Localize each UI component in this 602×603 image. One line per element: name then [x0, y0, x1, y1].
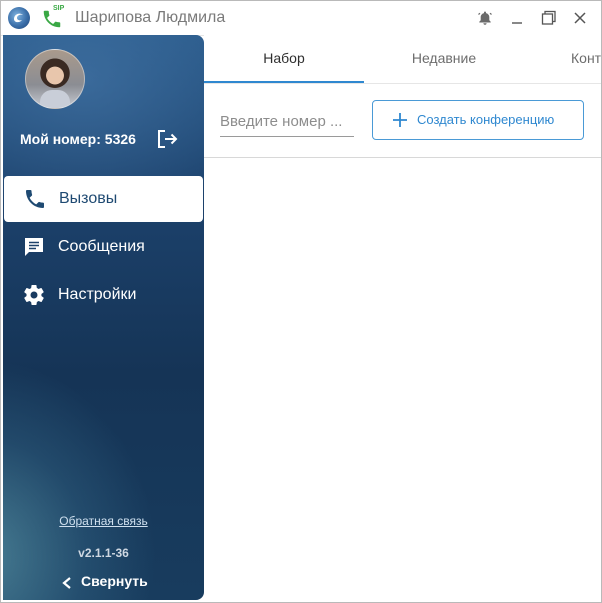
- avatar[interactable]: [25, 49, 85, 109]
- bell-icon: [478, 11, 492, 25]
- create-conference-button[interactable]: Создать конференцию: [372, 100, 584, 140]
- app-window: SIP Шарипова Людмила Мой номер: 5326 Выз…: [0, 0, 602, 603]
- close-button[interactable]: [567, 6, 593, 30]
- sip-badge: SIP: [53, 5, 65, 12]
- sidebar-item-settings[interactable]: Настройки: [3, 272, 203, 318]
- chevron-left-icon: [62, 577, 71, 589]
- notification-bell-button[interactable]: [472, 6, 498, 30]
- maximize-icon: [541, 10, 556, 25]
- close-icon: [574, 12, 586, 24]
- minimize-button[interactable]: [504, 6, 530, 30]
- sidebar-item-label: Сообщения: [58, 238, 145, 255]
- phone-number-input[interactable]: [220, 106, 354, 137]
- plus-icon: [393, 113, 407, 127]
- tab-bar: Набор Недавние Конт: [204, 35, 601, 84]
- sidebar: Мой номер: 5326 Вызовы Сообщения Настрой…: [3, 35, 204, 600]
- window-title: Шарипова Людмила: [75, 9, 226, 26]
- tab-recent[interactable]: Недавние: [364, 35, 524, 81]
- gear-icon: [21, 283, 47, 307]
- phone-icon: [22, 187, 48, 211]
- title-bar: SIP Шарипова Людмила: [1, 1, 601, 36]
- main-content: [204, 158, 601, 602]
- app-logo-icon: [8, 7, 30, 29]
- my-number-label: Мой номер: 5326: [20, 131, 136, 147]
- feedback-link[interactable]: Обратная связь: [3, 514, 204, 528]
- tab-dial[interactable]: Набор: [204, 35, 364, 83]
- sidebar-item-label: Настройки: [58, 286, 137, 303]
- create-conference-label: Создать конференцию: [417, 112, 555, 127]
- version-label: v2.1.1-36: [78, 546, 129, 560]
- message-icon: [21, 235, 47, 259]
- tab-contacts[interactable]: Конт: [524, 35, 601, 81]
- logout-button[interactable]: [156, 128, 180, 150]
- dial-row: Создать конференцию: [204, 84, 601, 158]
- sidebar-item-messages[interactable]: Сообщения: [3, 224, 203, 270]
- logout-icon: [158, 130, 178, 148]
- collapse-label: Свернуть: [81, 573, 148, 589]
- minimize-icon: [512, 22, 522, 24]
- sidebar-item-label: Вызовы: [59, 190, 118, 207]
- sidebar-item-calls[interactable]: Вызовы: [4, 176, 203, 222]
- maximize-button[interactable]: [536, 6, 562, 30]
